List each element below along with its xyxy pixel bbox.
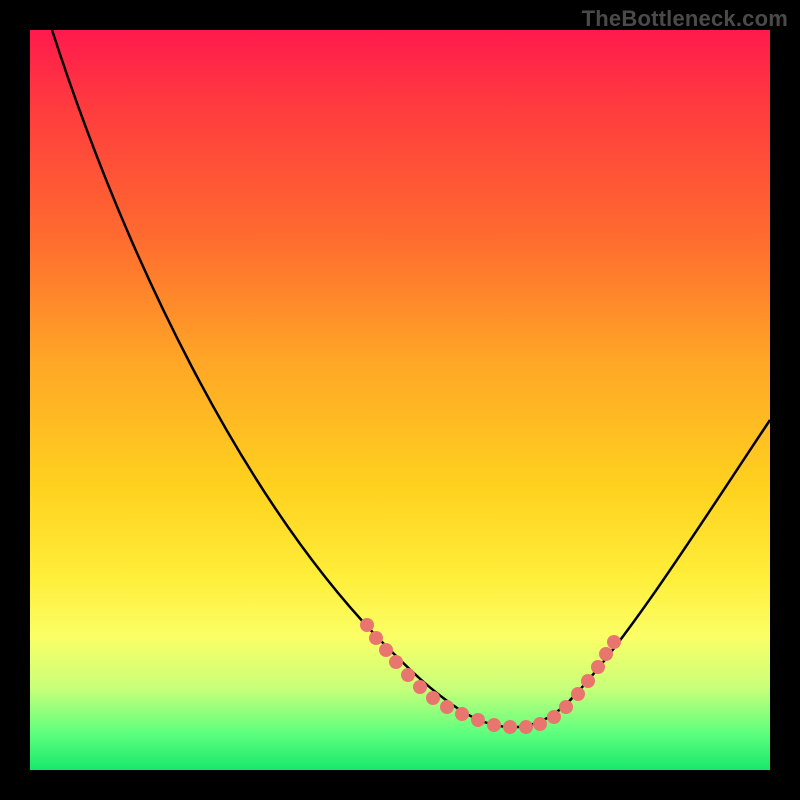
highlight-dot [503,720,517,734]
highlight-dot [389,655,403,669]
highlight-dot [440,700,454,714]
chart-svg [30,30,770,770]
highlight-dot [519,720,533,734]
highlight-dot [559,700,573,714]
highlight-dot [369,631,383,645]
highlight-dot [547,710,561,724]
highlight-dot [591,660,605,674]
highlight-dot [379,643,393,657]
highlight-dot [571,687,585,701]
highlight-dots-group [360,618,621,734]
highlight-dot [413,680,427,694]
highlight-dot [581,674,595,688]
highlight-dot [455,707,469,721]
watermark-text: TheBottleneck.com [582,6,788,32]
bottleneck-curve [52,30,770,727]
chart-plot-area [30,30,770,770]
highlight-dot [471,713,485,727]
highlight-dot [599,647,613,661]
highlight-dot [607,635,621,649]
highlight-dot [360,618,374,632]
highlight-dot [426,691,440,705]
highlight-dot [487,718,501,732]
highlight-dot [401,668,415,682]
highlight-dot [533,717,547,731]
